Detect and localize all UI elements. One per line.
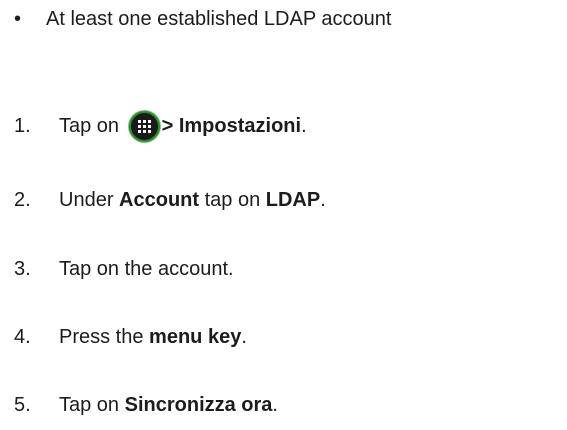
step-punctuation: . xyxy=(301,114,307,137)
step-bold-text: menu key xyxy=(149,325,242,348)
step-bold-text: > Impostazioni xyxy=(161,114,302,137)
step-number: 1. xyxy=(14,114,31,137)
prerequisite-item: • At least one established LDAP account xyxy=(14,5,391,33)
step-4: 4. Press the menu key . xyxy=(14,323,247,351)
step-number: 4. xyxy=(14,325,31,348)
step-5: 5. Tap on Sincronizza ora . xyxy=(14,391,278,419)
step-bold-text: Sincronizza ora xyxy=(124,393,273,416)
step-punctuation: . xyxy=(272,393,278,416)
step-text: Tap on the account. xyxy=(59,257,234,280)
step-number: 3. xyxy=(14,257,31,280)
app-drawer-icon xyxy=(128,110,160,142)
step-punctuation: . xyxy=(241,325,247,348)
step-number: 5. xyxy=(14,393,31,416)
step-text: Press the xyxy=(59,325,150,348)
step-text: tap on xyxy=(199,188,266,211)
step-1: 1. Tap on > Impostazioni . xyxy=(14,110,307,142)
step-number: 2. xyxy=(14,188,31,211)
step-punctuation: . xyxy=(320,188,326,211)
step-bold-text: LDAP xyxy=(265,188,321,211)
step-bold-text: Account xyxy=(119,188,200,211)
step-text: Tap on xyxy=(59,114,125,137)
bullet-marker: • xyxy=(14,7,22,30)
step-2: 2. Under Account tap on LDAP . xyxy=(14,186,326,214)
prerequisite-text: At least one established LDAP account xyxy=(46,7,392,30)
step-text: Tap on xyxy=(59,393,125,416)
step-text: Under xyxy=(59,188,120,211)
step-3: 3. Tap on the account. xyxy=(14,255,234,283)
